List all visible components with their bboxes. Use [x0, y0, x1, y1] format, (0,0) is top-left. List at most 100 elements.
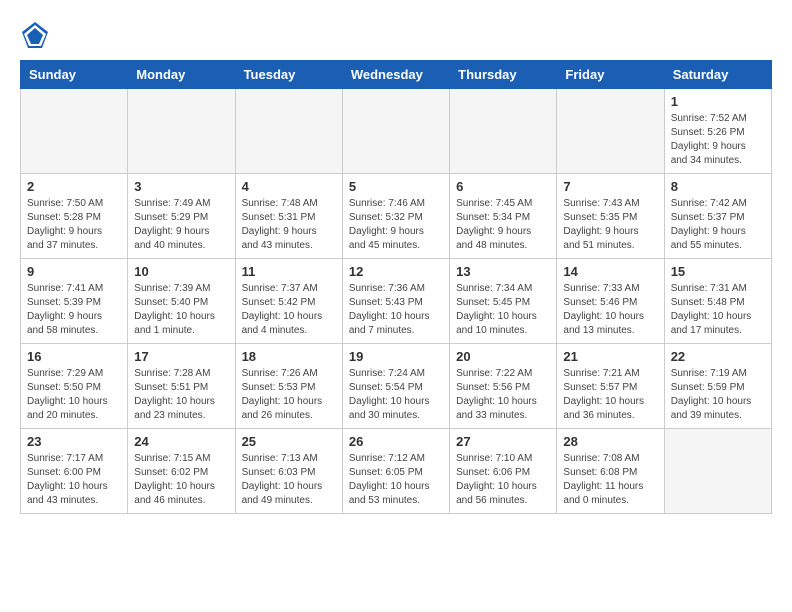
weekday-header: Wednesday [342, 61, 449, 89]
day-info: Sunrise: 7:10 AM Sunset: 6:06 PM Dayligh… [456, 452, 550, 508]
calendar-day-cell: 21 Sunrise: 7:21 AM Sunset: 5:57 PM Dayli… [557, 344, 664, 429]
calendar-day-cell: 7Sunrise: 7:43 AM Sunset: 5:35 PM Daylig… [557, 174, 664, 259]
day-info: Sunrise: 7:33 AM Sunset: 5:46 PM Dayligh… [563, 282, 657, 338]
day-info: Sunrise: 7:37 AM Sunset: 5:42 PM Dayligh… [242, 282, 336, 338]
day-number: 16 [27, 349, 121, 364]
calendar-day-cell: 3 Sunrise: 7:49 AM Sunset: 5:29 PM Daylig… [128, 174, 235, 259]
day-info: Sunrise: 7:19 AM Sunset: 5:59 PM Dayligh… [671, 367, 765, 423]
day-info: Sunrise: 7:22 AM Sunset: 5:56 PM Dayligh… [456, 367, 550, 423]
day-info: Sunrise: 7:13 AM Sunset: 6:03 PM Dayligh… [242, 452, 336, 508]
weekday-header: Sunday [21, 61, 128, 89]
calendar-day-cell: 5 Sunrise: 7:46 AM Sunset: 5:32 PM Daylig… [342, 174, 449, 259]
day-number: 23 [27, 434, 121, 449]
day-info: Sunrise: 7:28 AM Sunset: 5:51 PM Dayligh… [134, 367, 228, 423]
calendar-day-cell: 19 Sunrise: 7:24 AM Sunset: 5:54 PM Dayli… [342, 344, 449, 429]
calendar-day-cell [342, 89, 449, 174]
day-number: 10 [134, 264, 228, 279]
day-number: 4 [242, 179, 336, 194]
day-number: 5 [349, 179, 443, 194]
day-number: 20 [456, 349, 550, 364]
day-info: Sunrise: 7:12 AM Sunset: 6:05 PM Dayligh… [349, 452, 443, 508]
day-info: Sunrise: 7:39 AM Sunset: 5:40 PM Dayligh… [134, 282, 228, 338]
calendar-day-cell: 14Sunrise: 7:33 AM Sunset: 5:46 PM Dayli… [557, 259, 664, 344]
day-number: 28 [563, 434, 657, 449]
calendar-day-cell: 11Sunrise: 7:37 AM Sunset: 5:42 PM Dayli… [235, 259, 342, 344]
day-number: 27 [456, 434, 550, 449]
day-number: 18 [242, 349, 336, 364]
weekday-header: Monday [128, 61, 235, 89]
calendar-week-row: 2 Sunrise: 7:50 AM Sunset: 5:28 PM Daylig… [21, 174, 772, 259]
day-info: Sunrise: 7:08 AM Sunset: 6:08 PM Dayligh… [563, 452, 657, 508]
page-header [20, 20, 772, 50]
calendar-week-row: 16 Sunrise: 7:29 AM Sunset: 5:50 PM Dayli… [21, 344, 772, 429]
calendar-table: SundayMondayTuesdayWednesdayThursdayFrid… [20, 60, 772, 514]
day-info: Sunrise: 7:41 AM Sunset: 5:39 PM Dayligh… [27, 282, 121, 338]
day-number: 26 [349, 434, 443, 449]
day-info: Sunrise: 7:42 AM Sunset: 5:37 PM Dayligh… [671, 197, 765, 253]
calendar-day-cell: 20 Sunrise: 7:22 AM Sunset: 5:56 PM Dayli… [450, 344, 557, 429]
day-number: 12 [349, 264, 443, 279]
day-number: 19 [349, 349, 443, 364]
calendar-day-cell: 25 Sunrise: 7:13 AM Sunset: 6:03 PM Dayli… [235, 429, 342, 514]
day-info: Sunrise: 7:15 AM Sunset: 6:02 PM Dayligh… [134, 452, 228, 508]
calendar-day-cell: 2 Sunrise: 7:50 AM Sunset: 5:28 PM Daylig… [21, 174, 128, 259]
calendar-day-cell: 9 Sunrise: 7:41 AM Sunset: 5:39 PM Daylig… [21, 259, 128, 344]
day-info: Sunrise: 7:17 AM Sunset: 6:00 PM Dayligh… [27, 452, 121, 508]
calendar-day-cell: 26 Sunrise: 7:12 AM Sunset: 6:05 PM Dayli… [342, 429, 449, 514]
calendar-day-cell [21, 89, 128, 174]
day-number: 3 [134, 179, 228, 194]
calendar-day-cell: 27 Sunrise: 7:10 AM Sunset: 6:06 PM Dayli… [450, 429, 557, 514]
day-info: Sunrise: 7:24 AM Sunset: 5:54 PM Dayligh… [349, 367, 443, 423]
day-number: 24 [134, 434, 228, 449]
calendar-week-row: 1 Sunrise: 7:52 AM Sunset: 5:26 PM Daylig… [21, 89, 772, 174]
day-number: 21 [563, 349, 657, 364]
calendar-day-cell: 6 Sunrise: 7:45 AM Sunset: 5:34 PM Daylig… [450, 174, 557, 259]
day-info: Sunrise: 7:49 AM Sunset: 5:29 PM Dayligh… [134, 197, 228, 253]
calendar-day-cell: 4Sunrise: 7:48 AM Sunset: 5:31 PM Daylig… [235, 174, 342, 259]
calendar-day-cell: 22Sunrise: 7:19 AM Sunset: 5:59 PM Dayli… [664, 344, 771, 429]
calendar-week-row: 23 Sunrise: 7:17 AM Sunset: 6:00 PM Dayli… [21, 429, 772, 514]
logo-icon [20, 20, 50, 50]
calendar-day-cell [664, 429, 771, 514]
calendar-week-row: 9 Sunrise: 7:41 AM Sunset: 5:39 PM Daylig… [21, 259, 772, 344]
day-number: 9 [27, 264, 121, 279]
day-number: 1 [671, 94, 765, 109]
day-info: Sunrise: 7:50 AM Sunset: 5:28 PM Dayligh… [27, 197, 121, 253]
calendar-day-cell: 16 Sunrise: 7:29 AM Sunset: 5:50 PM Dayli… [21, 344, 128, 429]
day-info: Sunrise: 7:52 AM Sunset: 5:26 PM Dayligh… [671, 112, 765, 168]
calendar-day-cell: 24 Sunrise: 7:15 AM Sunset: 6:02 PM Dayli… [128, 429, 235, 514]
calendar-day-cell [235, 89, 342, 174]
day-number: 17 [134, 349, 228, 364]
calendar-day-cell [557, 89, 664, 174]
day-info: Sunrise: 7:26 AM Sunset: 5:53 PM Dayligh… [242, 367, 336, 423]
day-number: 13 [456, 264, 550, 279]
day-info: Sunrise: 7:29 AM Sunset: 5:50 PM Dayligh… [27, 367, 121, 423]
day-info: Sunrise: 7:21 AM Sunset: 5:57 PM Dayligh… [563, 367, 657, 423]
day-info: Sunrise: 7:31 AM Sunset: 5:48 PM Dayligh… [671, 282, 765, 338]
calendar-day-cell: 23 Sunrise: 7:17 AM Sunset: 6:00 PM Dayli… [21, 429, 128, 514]
day-number: 8 [671, 179, 765, 194]
weekday-header: Tuesday [235, 61, 342, 89]
day-number: 25 [242, 434, 336, 449]
calendar-day-cell: 10 Sunrise: 7:39 AM Sunset: 5:40 PM Dayli… [128, 259, 235, 344]
calendar-day-cell: 28 Sunrise: 7:08 AM Sunset: 6:08 PM Dayli… [557, 429, 664, 514]
calendar-day-cell: 1 Sunrise: 7:52 AM Sunset: 5:26 PM Daylig… [664, 89, 771, 174]
day-number: 2 [27, 179, 121, 194]
day-number: 15 [671, 264, 765, 279]
calendar-day-cell: 12 Sunrise: 7:36 AM Sunset: 5:43 PM Dayli… [342, 259, 449, 344]
calendar-day-cell: 17 Sunrise: 7:28 AM Sunset: 5:51 PM Dayli… [128, 344, 235, 429]
day-info: Sunrise: 7:45 AM Sunset: 5:34 PM Dayligh… [456, 197, 550, 253]
day-info: Sunrise: 7:34 AM Sunset: 5:45 PM Dayligh… [456, 282, 550, 338]
calendar-day-cell: 18 Sunrise: 7:26 AM Sunset: 5:53 PM Dayli… [235, 344, 342, 429]
day-number: 6 [456, 179, 550, 194]
calendar-day-cell: 15 Sunrise: 7:31 AM Sunset: 5:48 PM Dayli… [664, 259, 771, 344]
calendar-day-cell [128, 89, 235, 174]
day-info: Sunrise: 7:36 AM Sunset: 5:43 PM Dayligh… [349, 282, 443, 338]
day-info: Sunrise: 7:43 AM Sunset: 5:35 PM Dayligh… [563, 197, 657, 253]
weekday-header: Saturday [664, 61, 771, 89]
weekday-header-row: SundayMondayTuesdayWednesdayThursdayFrid… [21, 61, 772, 89]
calendar-day-cell: 13 Sunrise: 7:34 AM Sunset: 5:45 PM Dayli… [450, 259, 557, 344]
calendar-day-cell [450, 89, 557, 174]
day-info: Sunrise: 7:46 AM Sunset: 5:32 PM Dayligh… [349, 197, 443, 253]
logo [20, 20, 54, 50]
